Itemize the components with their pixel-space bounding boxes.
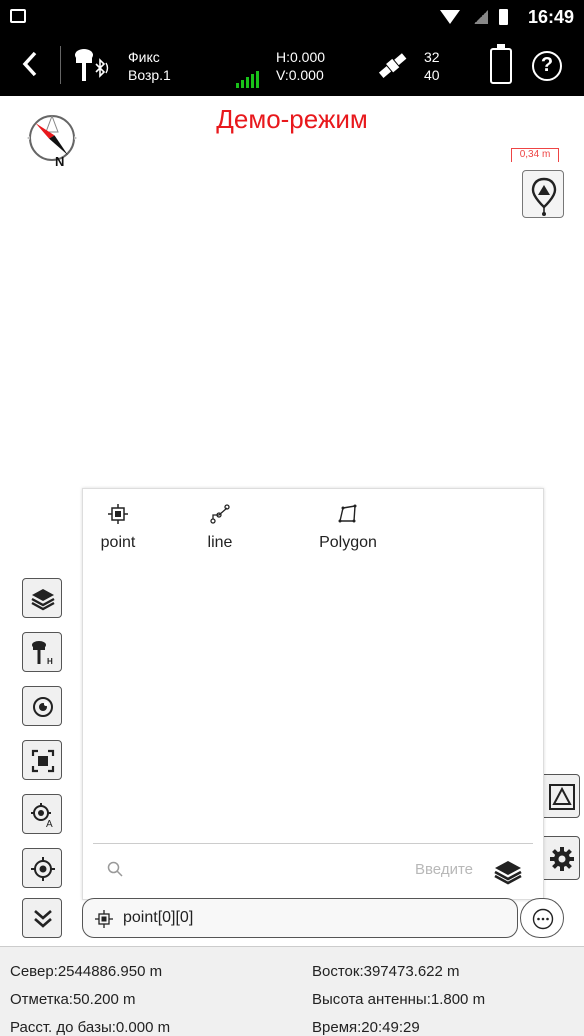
signal-bars-icon	[236, 70, 262, 88]
more-options-button[interactable]	[520, 898, 564, 938]
target-icon	[33, 697, 53, 717]
line-icon	[210, 504, 230, 524]
base-distance-value: Расст. до базы:0.000 m	[10, 1019, 171, 1036]
toolbar: Фикс Возр.1 H:0.000 V:0.000 32 40 ?	[0, 34, 584, 96]
stakeout-button[interactable]	[22, 686, 62, 726]
demo-mode-label: Демо-режим	[216, 104, 368, 134]
map-pin-icon	[531, 177, 557, 216]
cell-signal-icon	[474, 10, 488, 24]
time-value: Время:20:49:29	[312, 1019, 420, 1036]
coordinate-info-panel: Север:2544886.950 m Восток:397473.622 m …	[0, 946, 584, 1036]
fit-extent-icon	[31, 749, 55, 773]
triangle-measure-icon	[549, 784, 575, 810]
sats-used: 32	[424, 49, 440, 65]
type-line[interactable]: line	[195, 503, 245, 552]
svg-text:A: A	[46, 819, 53, 828]
help-icon[interactable]: ?	[532, 51, 562, 81]
current-feature-field[interactable]: point[0][0]	[82, 898, 518, 938]
more-dots-icon	[532, 908, 554, 930]
antenna-height-button[interactable]: H	[22, 632, 62, 672]
correction-age: Возр.1	[128, 67, 171, 83]
point-icon	[95, 910, 113, 928]
layers-icon	[31, 589, 55, 611]
h-precision: H:0.000	[276, 49, 326, 65]
point-icon	[108, 504, 128, 524]
east-coordinate: Восток:397473.622 m	[312, 963, 460, 980]
wifi-icon	[440, 10, 460, 24]
compass-icon[interactable]: N	[22, 108, 86, 172]
type-point-label: point	[100, 534, 136, 551]
map-scale: 0,34 m	[511, 148, 559, 162]
compass-north-label: N	[55, 154, 64, 169]
antenna-height-icon: H	[32, 641, 53, 666]
toolbar-divider	[60, 46, 61, 84]
polygon-icon	[338, 504, 357, 523]
status-bar: 16:49	[0, 0, 584, 34]
search-input[interactable]	[373, 856, 473, 882]
double-chevron-down-icon	[34, 910, 52, 928]
collapse-button[interactable]	[22, 898, 62, 938]
auto-center-button[interactable]: A	[22, 794, 62, 834]
satellite-icon[interactable]	[376, 50, 410, 82]
elevation-value: Отметка:50.200 m	[10, 991, 136, 1008]
locate-point-button[interactable]	[522, 170, 564, 218]
status-time: 16:49	[527, 7, 574, 27]
v-precision: V:0.000	[276, 67, 324, 83]
device-battery-icon[interactable]	[490, 44, 512, 84]
gallery-icon	[10, 9, 26, 23]
crosshair-icon	[31, 857, 55, 881]
location-auto-icon: A	[31, 803, 53, 828]
gear-icon	[550, 847, 574, 871]
my-location-button[interactable]	[22, 848, 62, 888]
back-icon[interactable]	[20, 50, 40, 78]
type-line-label: line	[207, 534, 233, 551]
gnss-receiver-icon[interactable]	[72, 46, 112, 86]
measure-button[interactable]	[540, 774, 580, 818]
sats-total: 40	[424, 67, 440, 83]
svg-text:H: H	[47, 657, 53, 666]
layers-icon[interactable]	[493, 857, 523, 887]
type-polygon[interactable]: Polygon	[313, 503, 383, 552]
search-icon	[107, 861, 123, 877]
settings-button[interactable]	[540, 836, 580, 880]
zoom-extent-button[interactable]	[22, 740, 62, 780]
search-divider	[93, 843, 533, 844]
antenna-height-value: Высота антенны:1.800 m	[312, 991, 486, 1008]
solution-status: Фикс	[128, 49, 160, 65]
layers-button[interactable]	[22, 578, 62, 618]
feature-type-panel: point line Polygon	[82, 488, 544, 900]
current-feature-name: point[0][0]	[123, 909, 194, 926]
north-coordinate: Север:2544886.950 m	[10, 963, 163, 980]
battery-icon	[499, 9, 508, 25]
type-point[interactable]: point	[93, 503, 143, 552]
type-polygon-label: Polygon	[319, 534, 377, 551]
